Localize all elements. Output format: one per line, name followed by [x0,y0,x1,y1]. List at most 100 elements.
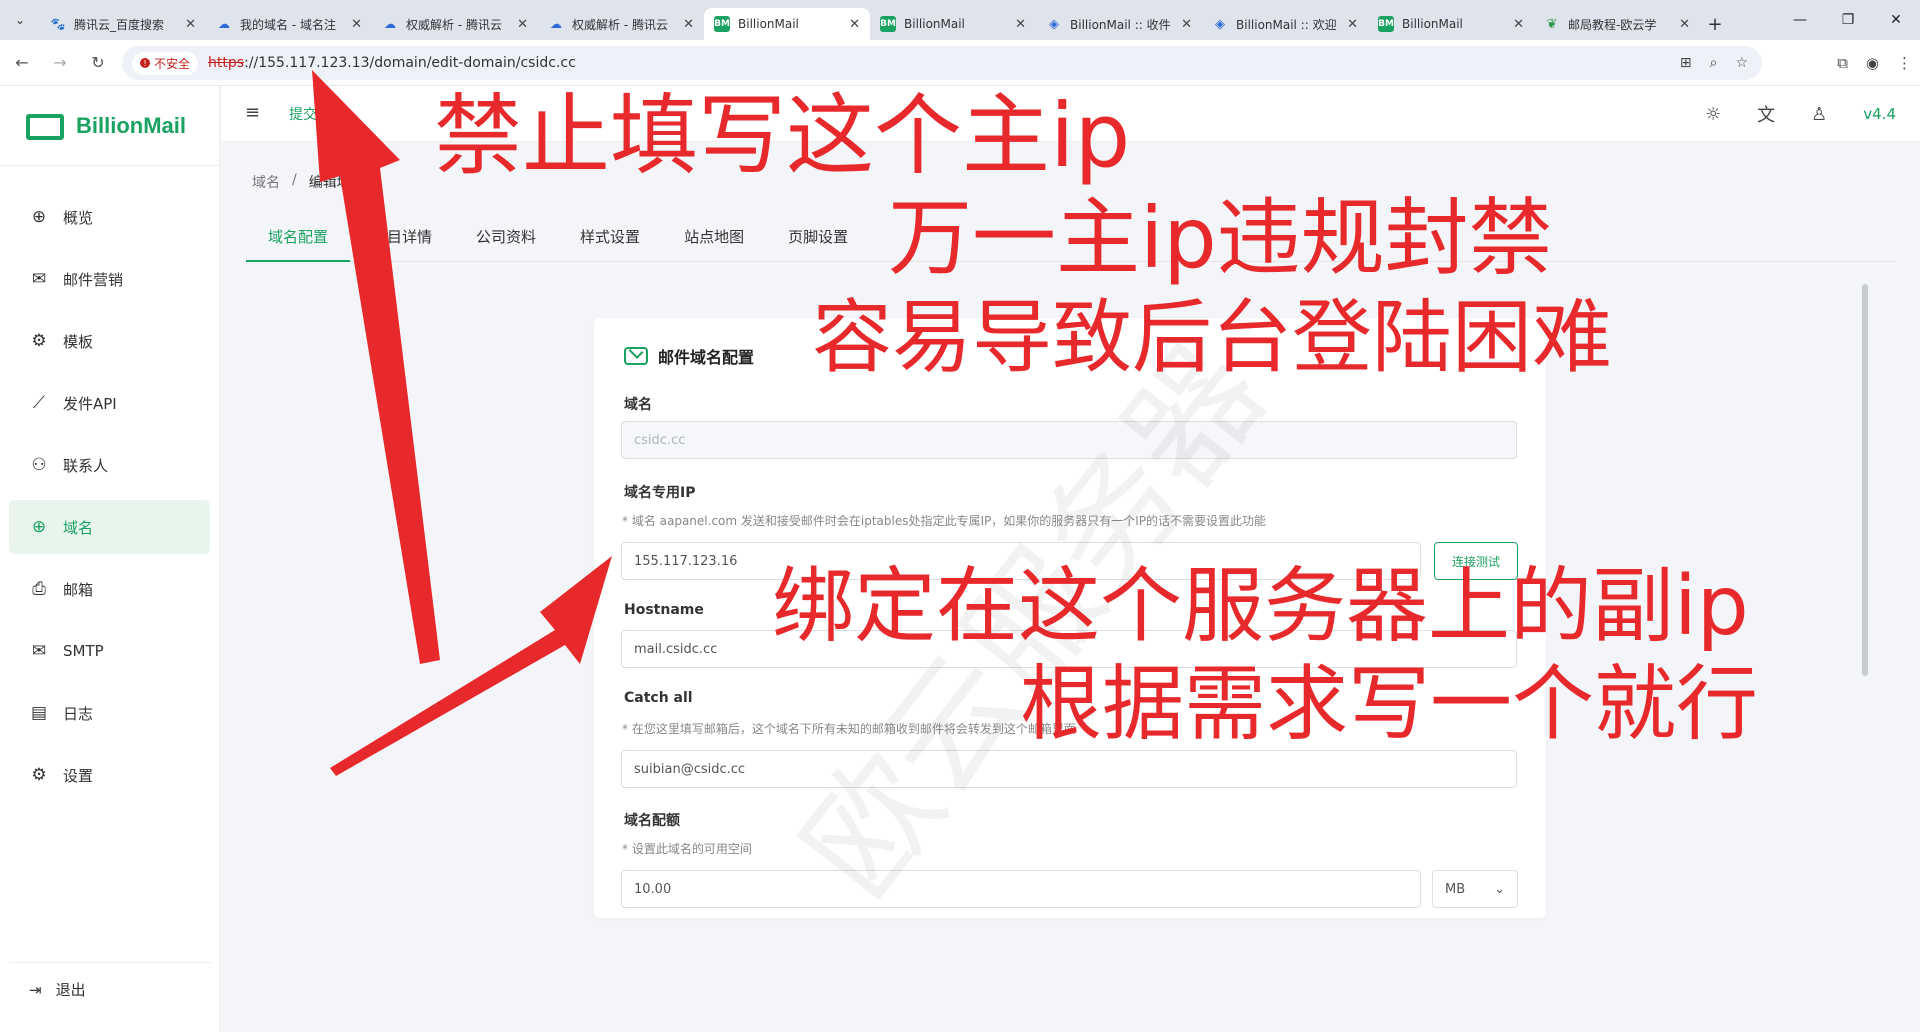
breadcrumb: 域名 / 编辑域名 [252,172,365,192]
minimize-icon[interactable]: — [1776,0,1824,40]
profile-icon[interactable]: ◉ [1866,54,1879,72]
sidebar-item-logs[interactable]: ▤ 日志 [9,686,210,740]
catch-all-input[interactable]: suibian@csidc.cc [621,750,1517,788]
logout-button[interactable]: ⇥ 退出 [9,962,211,1016]
close-icon[interactable]: ✕ [351,17,362,32]
url-path: ://155.117.123.13/domain/edit-domain/csi… [244,55,576,71]
sidebar-item-templates[interactable]: ⚙ 模板 [9,314,210,368]
breadcrumb-domains[interactable]: 域名 [252,172,280,192]
tab-title: 权威解析 - 腾讯云 [572,17,668,32]
quota-unit-select[interactable]: MB ⌄ [1432,870,1518,908]
chevron-down-icon: ⌄ [1494,882,1505,897]
window-close-icon[interactable]: ✕ [1872,0,1920,40]
page-scrollbar[interactable] [1862,284,1868,676]
collapse-menu-icon[interactable]: ≡ [245,102,260,123]
sidebar-item-settings[interactable]: ⚙ 设置 [9,748,210,802]
back-icon[interactable]: ← [6,47,38,79]
leaf-icon: ❦ [1546,16,1558,32]
close-icon[interactable]: ✕ [1347,17,1358,32]
bookmark-star-icon[interactable]: ☆ [1735,55,1748,71]
annotation-ban-risk: 万一主ip违规封禁 [888,189,1553,287]
warning-icon: ! [140,58,150,68]
address-bar[interactable]: ! 不安全 https://155.117.123.13/domain/edit-… [122,46,1762,80]
tab-title: 权威解析 - 腾讯云 [406,17,502,32]
security-chip[interactable]: ! 不安全 [132,51,199,75]
forward-icon[interactable]: → [44,47,76,79]
close-icon[interactable]: ✕ [1513,17,1524,32]
sidebar-item-label: 概览 [63,208,94,227]
sidebar-item-mailboxes[interactable]: ⎙ 邮箱 [9,562,210,616]
browser-toolbar: ← → ↻ ! 不安全 https://155.117.123.13/domain… [0,40,1920,86]
close-icon[interactable]: ✕ [1015,17,1026,32]
brand-logo[interactable]: BillionMail [0,86,219,166]
browser-tab-active[interactable]: BM BillionMail ✕ [704,8,870,40]
annotation-secondary-ip: 绑定在这个服务器上的副ip [772,559,1749,654]
tab-title: BillionMail :: 欢迎 [1236,17,1337,32]
browser-tab[interactable]: ◈ BillionMail :: 收件 ✕ [1036,8,1202,40]
new-tab-icon[interactable]: + [1700,8,1730,40]
tab-company-info[interactable]: 公司资料 [454,218,558,262]
sidebar: BillionMail ⊕ 概览 ✉ 邮件营销 ⚙ 模板 ⟋ 发件API ⚇ 联系人 ⊕ 域… [0,86,220,1032]
annotation-no-main-ip: 禁止填写这个主ip [434,84,1131,187]
tab-title: 我的域名 - 域名注 [240,17,336,32]
globe-icon: ⊕ [31,517,47,537]
reload-icon[interactable]: ↻ [82,47,114,79]
browser-tab[interactable]: ❦ 邮局教程-欧云学 ✕ [1534,8,1700,40]
browser-tab[interactable]: 🐾 腾讯云_百度搜索 ✕ [40,8,206,40]
zoom-icon[interactable]: ⌕ [1710,55,1718,71]
header-hint-link[interactable]: 提交… → [289,104,347,124]
sidebar-item-domains[interactable]: ⊕ 域名 [9,500,210,554]
chart-icon: ⟋ [33,393,45,413]
smtp-icon: ✉ [31,641,47,661]
browser-tab[interactable]: ☁ 权威解析 - 腾讯云 ✕ [372,8,538,40]
sidebar-item-label: 域名 [63,518,94,537]
sidebar-item-label: 日志 [63,704,94,723]
more-menu-icon[interactable]: ⋮ [1897,54,1912,72]
close-icon[interactable]: ✕ [517,17,528,32]
restore-icon[interactable]: ❐ [1824,0,1872,40]
sidebar-item-label: 邮件营销 [63,270,124,289]
close-icon[interactable]: ✕ [185,17,196,32]
close-icon[interactable]: ✕ [683,17,694,32]
browser-tab[interactable]: BM BillionMail ✕ [1368,8,1534,40]
tab-style-settings[interactable]: 样式设置 [558,218,662,262]
close-icon[interactable]: ✕ [1679,17,1690,32]
sidebar-item-marketing[interactable]: ✉ 邮件营销 [9,252,210,306]
sidebar-item-smtp[interactable]: ✉ SMTP [9,624,210,678]
extensions-icon[interactable]: ⧉ [1837,54,1848,72]
tab-title: BillionMail [738,17,799,31]
browser-tab[interactable]: BM BillionMail ✕ [870,8,1036,40]
browser-tab[interactable]: ☁ 我的域名 - 域名注 ✕ [206,8,372,40]
contacts-icon: ⚇ [31,455,47,475]
sidebar-item-label: 邮箱 [63,580,94,599]
tab-search-chevron-icon[interactable]: ⌄ [0,0,40,40]
sidebar-item-label: 模板 [63,332,94,351]
browser-tab[interactable]: ☁ 权威解析 - 腾讯云 ✕ [538,8,704,40]
sidebar-item-label: 发件API [63,394,117,413]
mail-list-icon: ✉ [31,269,47,289]
theme-sun-icon[interactable]: ☼ [1705,104,1721,125]
sidebar-item-overview[interactable]: ⊕ 概览 [9,190,210,244]
close-icon[interactable]: ✕ [1181,17,1192,32]
user-icon[interactable]: ♙ [1811,104,1827,125]
gear-icon: ⚙ [31,331,47,351]
translate-icon[interactable]: ⊞ [1680,55,1692,71]
breadcrumb-separator: / [292,172,297,188]
tab-sitemap[interactable]: 站点地图 [662,218,766,262]
paw-icon: 🐾 [50,17,66,31]
cloud-icon: ☁ [384,17,396,31]
bm-icon: BM [880,16,896,32]
domain-label: 域名 [624,397,652,413]
tab-domain-config[interactable]: 域名配置 [246,218,351,262]
arrow-to-ip-field [330,556,612,776]
quota-input[interactable]: 10.00 [621,870,1421,908]
language-icon[interactable]: 文 [1757,101,1775,127]
sidebar-item-send-api[interactable]: ⟋ 发件API [9,376,210,430]
browser-tab[interactable]: ◈ BillionMail :: 欢迎 ✕ [1202,8,1368,40]
close-icon[interactable]: ✕ [849,17,860,32]
tab-project-details[interactable]: 项目详情 [350,218,454,262]
url-scheme: https [208,55,245,71]
browser-tab-strip: ⌄ 🐾 腾讯云_百度搜索 ✕ ☁ 我的域名 - 域名注 ✕ ☁ 权威解析 - 腾讯云 ✕ ☁… [0,0,1920,40]
tab-footer-settings[interactable]: 页脚设置 [766,218,870,262]
sidebar-item-contacts[interactable]: ⚇ 联系人 [9,438,210,492]
